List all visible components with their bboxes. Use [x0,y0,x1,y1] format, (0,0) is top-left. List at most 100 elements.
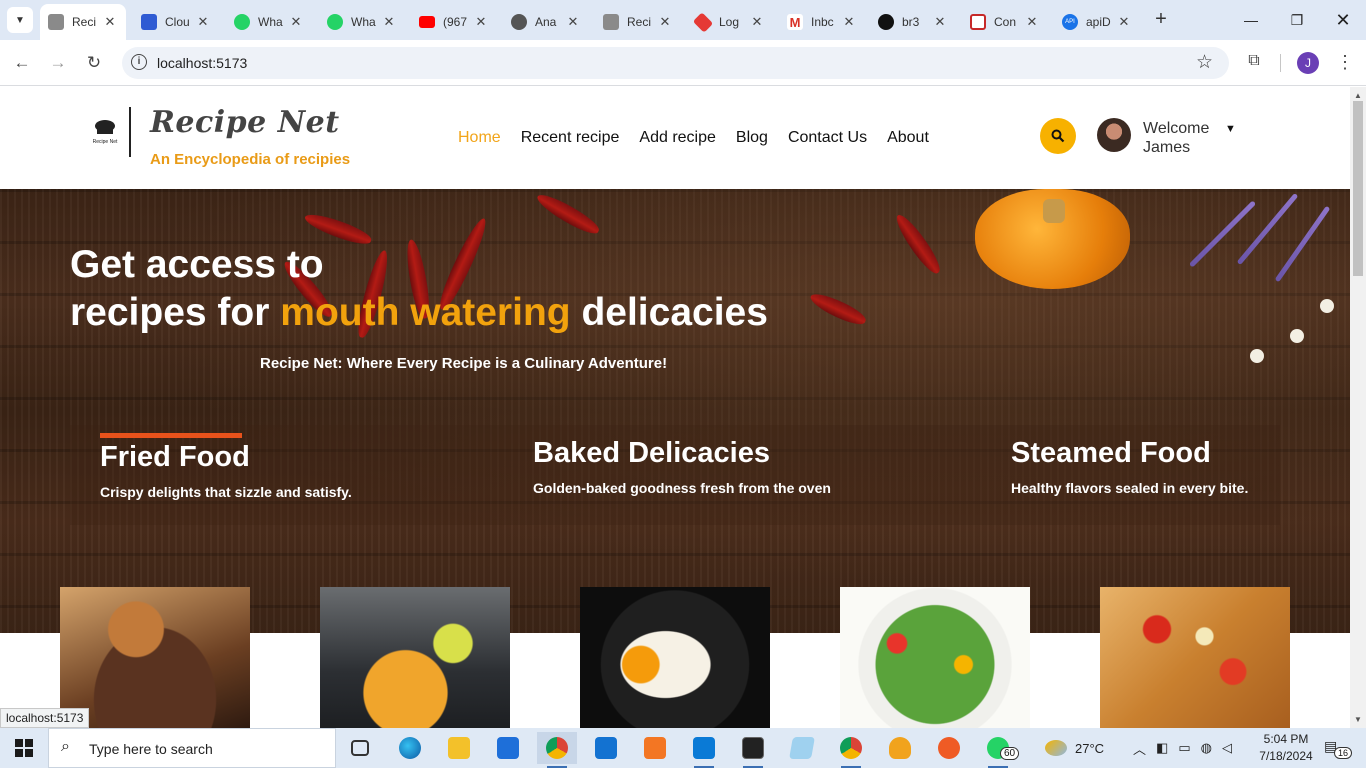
meet-now-icon[interactable]: ◧ [1156,740,1168,756]
windows-taskbar: ⌕ Type here to search 60 27°C ︿ ◧ ▭ ◍ ◁ … [0,728,1366,768]
tab-close-icon[interactable]: ✕ [195,14,211,30]
nav-recent-recipe[interactable]: Recent recipe [521,129,620,147]
browser-tab[interactable]: Wha ✕ [319,4,405,40]
category-description: Crispy delights that sizzle and satisfy. [100,484,352,500]
recipe-thumbnail-fried-fish[interactable] [60,587,250,728]
nav-contact-us[interactable]: Contact Us [788,129,867,147]
profile-avatar[interactable]: J [1297,52,1319,74]
browser-tab[interactable]: Con ✕ [962,4,1048,40]
user-menu-caret-icon[interactable]: ▼ [1225,123,1236,135]
browser-tab[interactable]: M Inbc ✕ [779,4,865,40]
tab-close-icon[interactable]: ✕ [1024,14,1040,30]
nav-blog[interactable]: Blog [736,129,768,147]
browser-tab[interactable]: Log ✕ [687,4,773,40]
minimize-button[interactable]: — [1228,0,1274,40]
browser-tab[interactable]: br3 ✕ [870,4,956,40]
site-info-icon[interactable]: i [131,54,147,70]
recipe-thumbnail-fried-egg[interactable] [580,587,770,728]
brand-name[interactable]: Recipe Net [150,105,340,140]
tab-close-icon[interactable]: ✕ [841,14,857,30]
new-tab-button[interactable]: + [1150,8,1172,30]
browser-tab[interactable]: Clou ✕ [133,4,219,40]
tab-close-icon[interactable]: ✕ [932,14,948,30]
taskbar-edge[interactable] [390,732,430,764]
browser-menu-icon[interactable]: ⋮ [1336,52,1354,74]
windows-logo-icon [15,739,33,757]
reload-icon[interactable]: ↻ [82,51,106,75]
task-view-button[interactable] [340,732,380,764]
browser-tab[interactable]: Reci ✕ [595,4,681,40]
browser-tab[interactable]: API apiD ✕ [1054,4,1140,40]
browser-tab[interactable]: (967 ✕ [411,4,497,40]
scroll-down-arrow-icon[interactable]: ▼ [1354,715,1362,724]
tab-title: Log [719,15,740,29]
taskbar-notes[interactable] [782,732,822,764]
tab-close-icon[interactable]: ✕ [749,14,765,30]
taskbar-chrome[interactable] [537,732,577,768]
taskbar-store[interactable] [488,732,528,764]
nav-add-recipe[interactable]: Add recipe [639,129,716,147]
taskbar-xampp[interactable] [635,732,675,764]
category-title: Steamed Food [1011,437,1211,469]
tab-close-icon[interactable]: ✕ [1116,14,1132,30]
taskbar-file-explorer[interactable] [439,732,479,764]
recipe-thumbnail-salad[interactable] [840,587,1030,728]
taskbar-terminal[interactable] [733,732,773,768]
taskbar-clock[interactable]: 5:04 PM 7/18/2024 [1253,731,1319,765]
extensions-puzzle-icon[interactable]: ⧉ [1244,52,1264,72]
nav-about[interactable]: About [887,129,929,147]
browser-tab[interactable]: Wha ✕ [226,4,312,40]
tab-title: Clou [165,15,190,29]
taskbar-chrome-profile[interactable] [831,732,871,768]
taskbar-app-animal[interactable] [880,732,920,764]
tab-search-menu-button[interactable]: ▼ [7,7,33,33]
tray-overflow-chevron-icon[interactable]: ︿ [1133,739,1146,758]
tab-title: Reci [627,15,652,29]
back-arrow-icon[interactable]: ← [10,51,34,75]
taskbar-vscode[interactable] [684,732,724,768]
category-baked-delicacies[interactable]: Baked Delicacies Golden-baked goodness f… [533,425,831,496]
taskbar-postman[interactable] [929,732,969,764]
tab-close-icon[interactable]: ✕ [381,14,397,30]
address-url[interactable]: localhost:5173 [157,55,247,71]
site-logo[interactable]: Recipe Net [80,107,130,157]
scroll-thumb[interactable] [1353,101,1363,276]
search-button[interactable] [1040,118,1076,154]
scroll-up-arrow-icon[interactable]: ▲ [1354,91,1362,100]
recipe-thumbnail-drinks[interactable] [320,587,510,728]
browser-tab-strip: ▼ Reci ✕ Clou ✕ Wha ✕ Wha ✕ (967 ✕ Ana ✕… [0,0,1366,40]
logo-divider [129,107,131,157]
hero-subtitle: Recipe Net: Where Every Recipe is a Culi… [260,355,668,372]
folder-icon [448,737,470,759]
browser-toolbar: ← → ↻ i localhost:5173 ☆ ⧉ J ⋮ [0,40,1366,86]
taskbar-search-box[interactable]: ⌕ Type here to search [48,728,336,768]
restore-button[interactable]: ❐ [1274,0,1320,40]
browser-tab[interactable]: Reci ✕ [40,4,126,40]
close-window-button[interactable]: ✕ [1320,0,1366,40]
category-steamed-food[interactable]: Steamed Food Healthy flavors sealed in e… [1011,425,1248,496]
tab-close-icon[interactable]: ✕ [657,14,673,30]
user-avatar[interactable] [1097,118,1131,152]
weather-widget[interactable]: 27°C [1045,728,1104,768]
address-bar[interactable]: i localhost:5173 ☆ [122,47,1229,79]
taskbar-mail[interactable] [586,732,626,764]
volume-icon[interactable]: ◁ [1222,740,1232,756]
recipe-thumbnail-pizza[interactable] [1100,587,1290,728]
terminal-icon [742,737,764,759]
nav-home[interactable]: Home [458,129,501,147]
tab-close-icon[interactable]: ✕ [473,14,489,30]
forward-arrow-icon[interactable]: → [46,51,70,75]
browser-tab[interactable]: Ana ✕ [503,4,589,40]
tab-close-icon[interactable]: ✕ [102,14,118,30]
page-scrollbar[interactable]: ▲ ▼ [1350,87,1366,728]
taskbar-whatsapp[interactable]: 60 [978,732,1020,768]
network-globe-icon[interactable]: ◍ [1201,740,1212,756]
bookmark-star-icon[interactable]: ☆ [1196,51,1213,74]
battery-icon[interactable]: ▭ [1178,740,1190,756]
tab-close-icon[interactable]: ✕ [565,14,581,30]
user-welcome[interactable]: Welcome James [1143,119,1209,157]
hero-title: Get access to recipes for mouth watering… [70,241,768,337]
category-fried-food[interactable]: Fried Food Crispy delights that sizzle a… [100,425,352,500]
start-button[interactable] [0,728,48,768]
tab-close-icon[interactable]: ✕ [288,14,304,30]
